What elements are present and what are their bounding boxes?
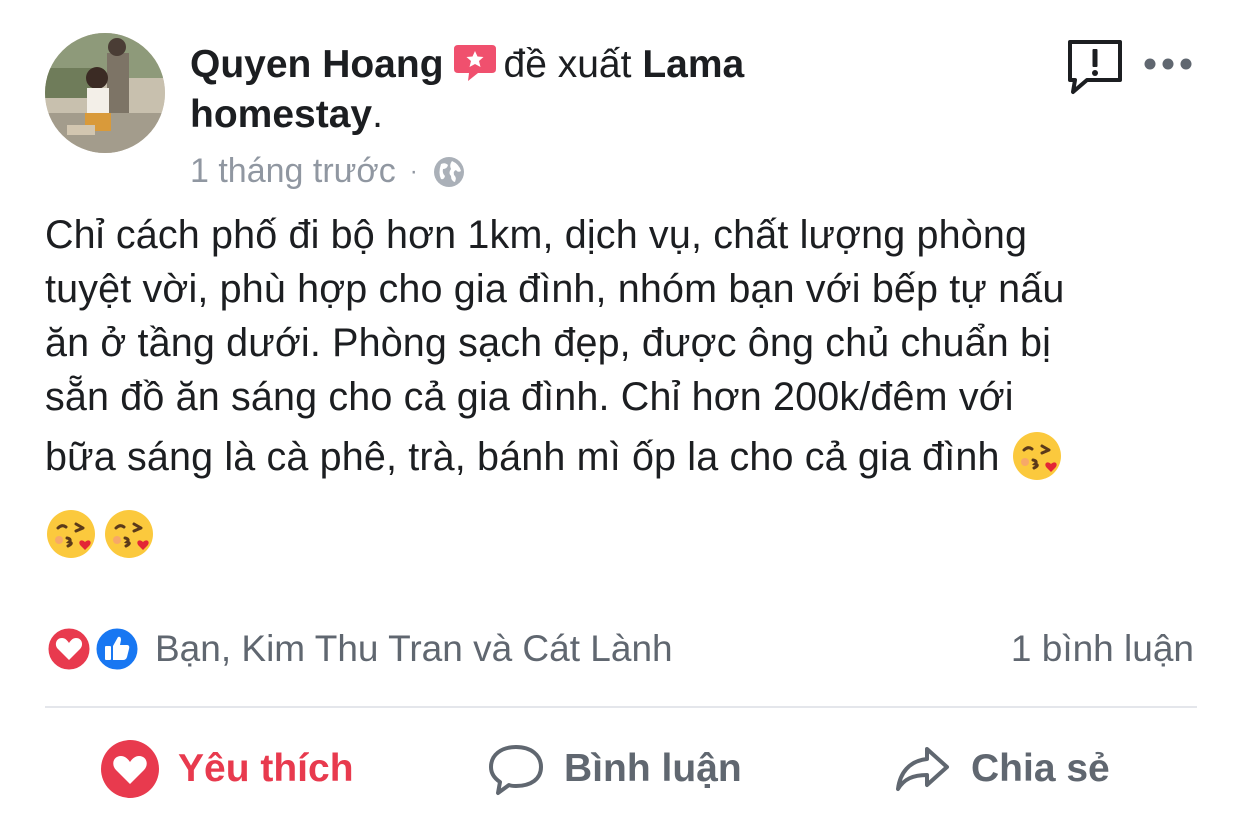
comment-button[interactable]: Bình luận: [486, 738, 742, 800]
post-body-line: ăn ở tầng dưới. Phòng sạch đẹp, được ông…: [45, 321, 1051, 365]
love-icon: [101, 740, 159, 798]
author-name[interactable]: Quyen Hoang: [190, 43, 444, 86]
meta-separator: ·: [409, 157, 418, 185]
kiss-emoji-icon: [1012, 432, 1061, 480]
page-name-continued[interactable]: homestay: [190, 93, 372, 136]
reaction-icons: [45, 624, 145, 674]
post-timestamp[interactable]: 1 tháng trước: [190, 152, 396, 191]
post-body-line: Chỉ cách phố đi bộ hơn 1km, dịch vụ, chấ…: [45, 213, 1028, 257]
comment-count[interactable]: 1 bình luận: [1011, 628, 1194, 670]
share-button[interactable]: Chia sẻ: [893, 738, 1110, 800]
report-icon[interactable]: [1065, 38, 1125, 98]
post-header: Quyen Hoang đề xuất Lama homestay.: [190, 40, 930, 140]
recommend-verb: đề xuất: [503, 43, 632, 86]
post-body-line-with-emoji: bữa sáng là cà phê, trà, bánh mì ốp la c…: [45, 430, 1205, 484]
like-label: Yêu thích: [178, 747, 354, 790]
divider: [45, 706, 1197, 708]
header-period: .: [372, 93, 383, 136]
post-body-line: tuyệt vời, phù hợp cho gia đình, nhóm bạ…: [45, 267, 1065, 311]
post-body-line: bữa sáng là cà phê, trà, bánh mì ốp la c…: [45, 435, 1000, 479]
reactions-text: Bạn, Kim Thu Tran và Cát Lành: [155, 628, 673, 669]
comment-icon: [489, 745, 543, 795]
post-body: Chỉ cách phố đi bộ hơn 1km, dịch vụ, chấ…: [45, 208, 1205, 484]
share-label: Chia sẻ: [971, 747, 1110, 790]
reactions-summary[interactable]: Bạn, Kim Thu Tran và Cát Lành: [45, 624, 673, 674]
share-arrow-icon: [896, 747, 949, 791]
page-name[interactable]: Lama: [642, 43, 744, 86]
emoji-row: [45, 508, 155, 560]
like-button[interactable]: Yêu thích: [100, 738, 354, 800]
post-meta: 1 tháng trước ·: [190, 152, 466, 191]
kiss-emoji-icon: [105, 510, 153, 558]
author-avatar[interactable]: [45, 33, 165, 153]
love-reaction-icon: [45, 625, 93, 673]
kiss-emoji-icon: [47, 510, 95, 558]
recommend-icon: [453, 45, 496, 81]
more-options-icon[interactable]: [1142, 52, 1194, 76]
globe-icon: [433, 156, 464, 187]
like-reaction-icon: [93, 625, 141, 673]
comment-label: Bình luận: [564, 747, 742, 790]
post-body-line: sẵn đồ ăn sáng cho cả gia đình. Chỉ hơn …: [45, 375, 1014, 419]
